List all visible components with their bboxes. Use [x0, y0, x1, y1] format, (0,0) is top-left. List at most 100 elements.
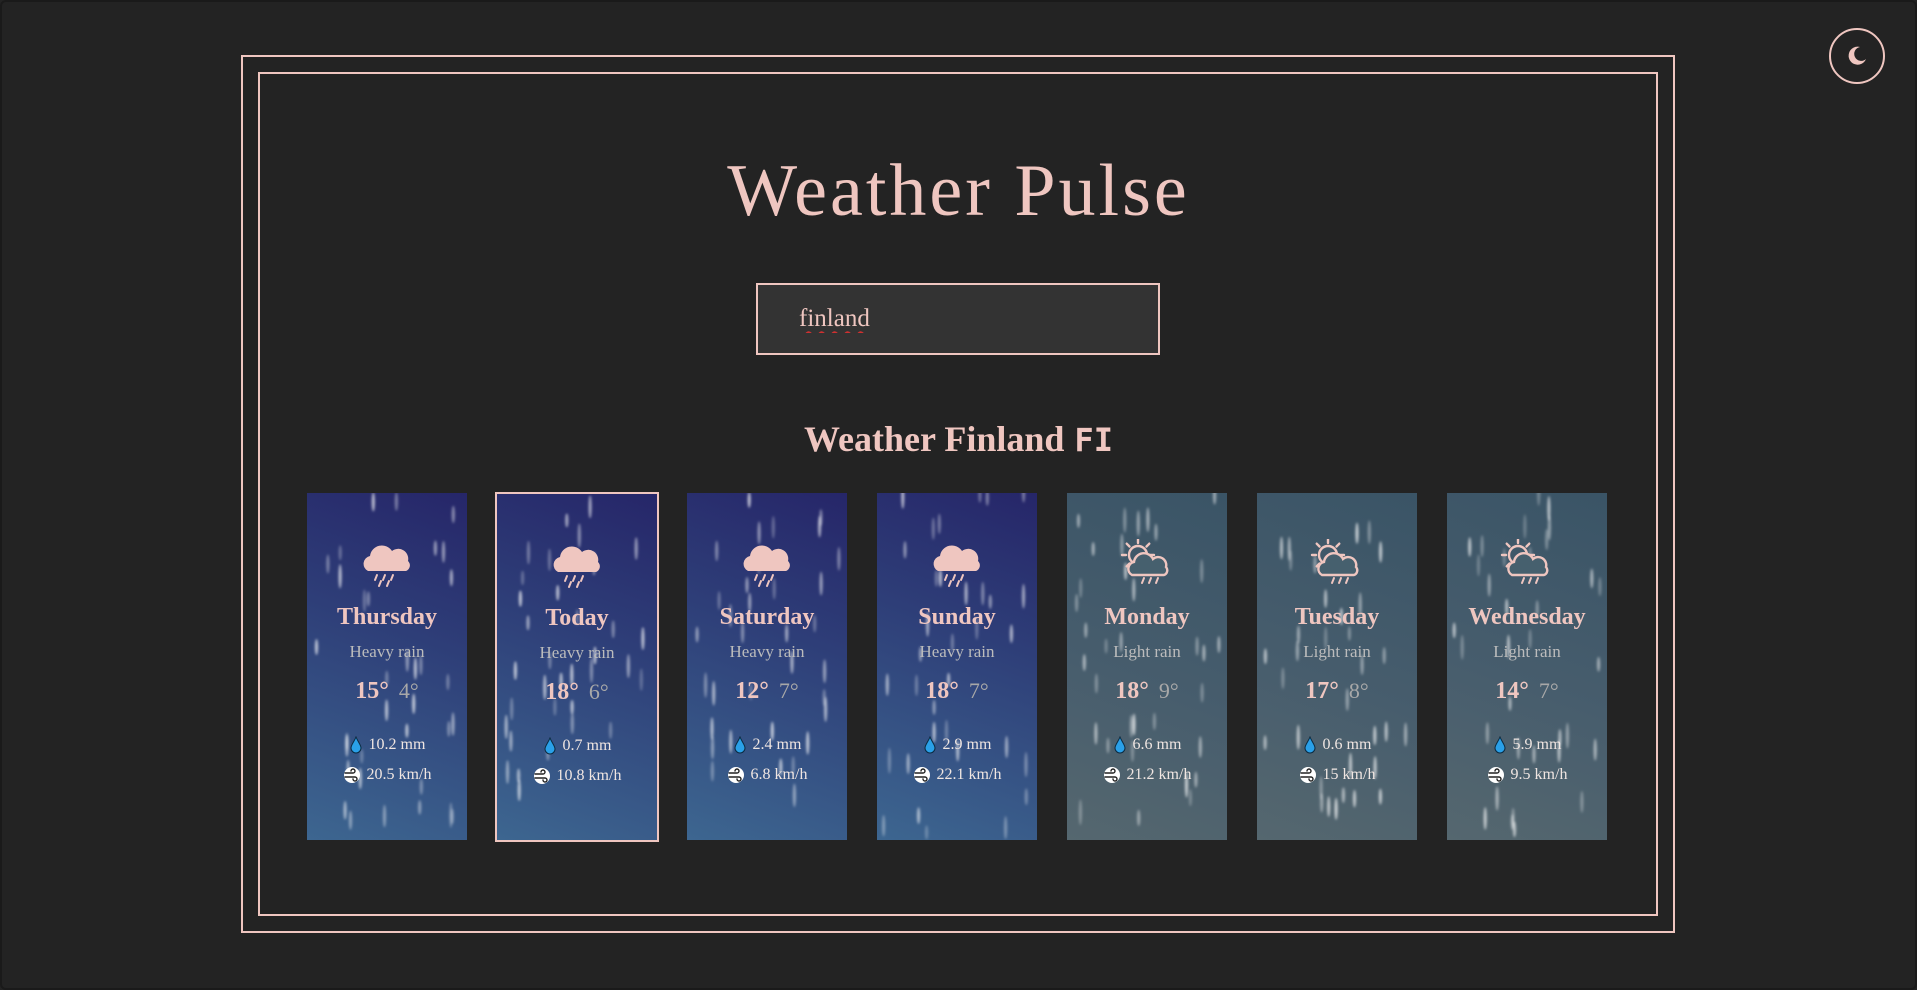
forecast-card-content: Monday Light rain 18° 9° 6.6 mm 21.2 km/h — [1067, 539, 1227, 785]
temp-high: 14° — [1495, 678, 1529, 704]
condition-text: Heavy rain — [919, 642, 995, 661]
wind-icon — [727, 767, 744, 783]
forecast-card[interactable]: Saturday Heavy rain 12° 7° 2.4 mm 6.8 km/h — [687, 493, 847, 840]
precipitation: 10.2 mm — [307, 735, 467, 755]
temperature-range: 17° 8° — [1257, 678, 1417, 707]
wind-value: 10.8 km/h — [556, 767, 622, 784]
forecast-card[interactable]: Monday Light rain 18° 9° 6.6 mm 21.2 km/h — [1067, 493, 1227, 840]
forecast-card-content: Saturday Heavy rain 12° 7° 2.4 mm 6.8 km/h — [687, 539, 847, 785]
condition-text: Light rain — [1113, 642, 1181, 661]
wind-value: 15 km/h — [1322, 766, 1376, 783]
wind-icon — [913, 767, 930, 783]
temp-low: 6° — [588, 679, 609, 704]
rain-cloud-icon — [687, 539, 847, 587]
temperature-range: 12° 7° — [687, 678, 847, 707]
search-input[interactable] — [758, 285, 1158, 353]
country-code: FI — [1074, 421, 1113, 459]
wind-value: 22.1 km/h — [936, 766, 1002, 783]
precipitation-value: 2.9 mm — [942, 736, 992, 753]
temp-low: 9° — [1158, 678, 1179, 703]
temp-high: 18° — [1115, 678, 1149, 704]
wind-icon — [1103, 767, 1120, 783]
temp-high: 18° — [925, 678, 959, 704]
condition-text: Heavy rain — [729, 642, 805, 661]
temp-low: 4° — [398, 678, 419, 703]
forecast-card-content: Today Heavy rain 18° 6° 0.7 mm 10.8 km/h — [497, 540, 657, 786]
wind-icon — [1487, 767, 1504, 783]
day-name: Monday — [1104, 604, 1190, 630]
wind-value: 21.2 km/h — [1126, 766, 1192, 783]
temp-high: 17° — [1305, 678, 1339, 704]
forecast-card-content: Wednesday Light rain 14° 7° 5.9 mm 9.5 km/h — [1447, 539, 1607, 785]
wind-value: 20.5 km/h — [366, 766, 432, 783]
condition-text: Light rain — [1493, 642, 1561, 661]
precipitation: 2.4 mm — [687, 735, 847, 755]
precipitation-value: 6.6 mm — [1132, 736, 1182, 753]
wind-speed: 6.8 km/h — [687, 765, 847, 785]
temp-high: 15° — [355, 678, 389, 704]
forecast-card[interactable]: Thursday Heavy rain 15° 4° 10.2 mm 20.5 km/h — [307, 493, 467, 840]
water-drop-icon — [1304, 736, 1316, 754]
temperature-range: 18° 7° — [877, 678, 1037, 707]
day-name: Saturday — [719, 604, 815, 630]
water-drop-icon — [924, 736, 936, 754]
wind-speed: 20.5 km/h — [307, 765, 467, 785]
precipitation: 5.9 mm — [1447, 735, 1607, 755]
location-title: Weather Finland — [804, 419, 1065, 459]
day-name: Sunday — [918, 604, 996, 630]
precipitation: 0.7 mm — [497, 736, 657, 756]
condition-text: Light rain — [1303, 642, 1371, 661]
sun-rain-cloud-icon — [1067, 539, 1227, 587]
location-heading: Weather Finland FI — [0, 414, 1917, 465]
moon-icon — [1848, 46, 1866, 65]
precipitation-value: 10.2 mm — [368, 736, 426, 753]
water-drop-icon — [1114, 736, 1126, 754]
rain-cloud-icon — [307, 539, 467, 587]
temp-high: 12° — [735, 678, 769, 704]
precipitation-value: 0.6 mm — [1322, 736, 1372, 753]
forecast-card-content: Thursday Heavy rain 15° 4° 10.2 mm 20.5 km/h — [307, 539, 467, 785]
temp-low: 7° — [1538, 678, 1559, 703]
forecast-card-content: Sunday Heavy rain 18° 7° 2.9 mm 22.1 km/h — [877, 539, 1037, 785]
precipitation-value: 2.4 mm — [752, 736, 802, 753]
forecast-card[interactable]: Wednesday Light rain 14° 7° 5.9 mm 9.5 km/h — [1447, 493, 1607, 840]
precipitation-value: 5.9 mm — [1512, 736, 1562, 753]
day-name: Today — [545, 605, 609, 631]
precipitation: 2.9 mm — [877, 735, 1037, 755]
wind-speed: 22.1 km/h — [877, 765, 1037, 785]
precipitation: 0.6 mm — [1257, 735, 1417, 755]
forecast-card[interactable]: Tuesday Light rain 17° 8° 0.6 mm 15 km/h — [1257, 493, 1417, 840]
wind-speed: 21.2 km/h — [1067, 765, 1227, 785]
sun-rain-cloud-icon — [1447, 539, 1607, 587]
temperature-range: 18° 6° — [497, 679, 657, 708]
wind-speed: 15 km/h — [1257, 765, 1417, 785]
condition-text: Heavy rain — [539, 643, 615, 662]
wind-speed: 9.5 km/h — [1447, 765, 1607, 785]
water-drop-icon — [1494, 736, 1506, 754]
wind-icon — [343, 767, 360, 783]
forecast-card[interactable]: Sunday Heavy rain 18° 7° 2.9 mm 22.1 km/h — [877, 493, 1037, 840]
forecast-card-content: Tuesday Light rain 17° 8° 0.6 mm 15 km/h — [1257, 539, 1417, 785]
precipitation: 6.6 mm — [1067, 735, 1227, 755]
precipitation-value: 0.7 mm — [562, 737, 612, 754]
sun-rain-cloud-icon — [1257, 539, 1417, 587]
temp-low: 8° — [1348, 678, 1369, 703]
water-drop-icon — [734, 736, 746, 754]
day-name: Wednesday — [1468, 604, 1586, 630]
temp-low: 7° — [778, 678, 799, 703]
temperature-range: 15° 4° — [307, 678, 467, 707]
forecast-card[interactable]: Today Heavy rain 18° 6° 0.7 mm 10.8 km/h — [495, 492, 659, 842]
day-name: Thursday — [336, 604, 438, 630]
wind-value: 9.5 km/h — [1510, 766, 1568, 783]
rain-cloud-icon — [877, 539, 1037, 587]
temperature-range: 14° 7° — [1447, 678, 1607, 707]
wind-speed: 10.8 km/h — [497, 766, 657, 786]
condition-text: Heavy rain — [349, 642, 425, 661]
theme-toggle-button[interactable] — [1829, 28, 1885, 84]
search-box[interactable] — [756, 283, 1160, 355]
app-title: Weather Pulse — [727, 150, 1190, 232]
temp-high: 18° — [545, 679, 579, 705]
water-drop-icon — [350, 736, 362, 754]
temp-low: 7° — [968, 678, 989, 703]
day-name: Tuesday — [1294, 604, 1380, 630]
